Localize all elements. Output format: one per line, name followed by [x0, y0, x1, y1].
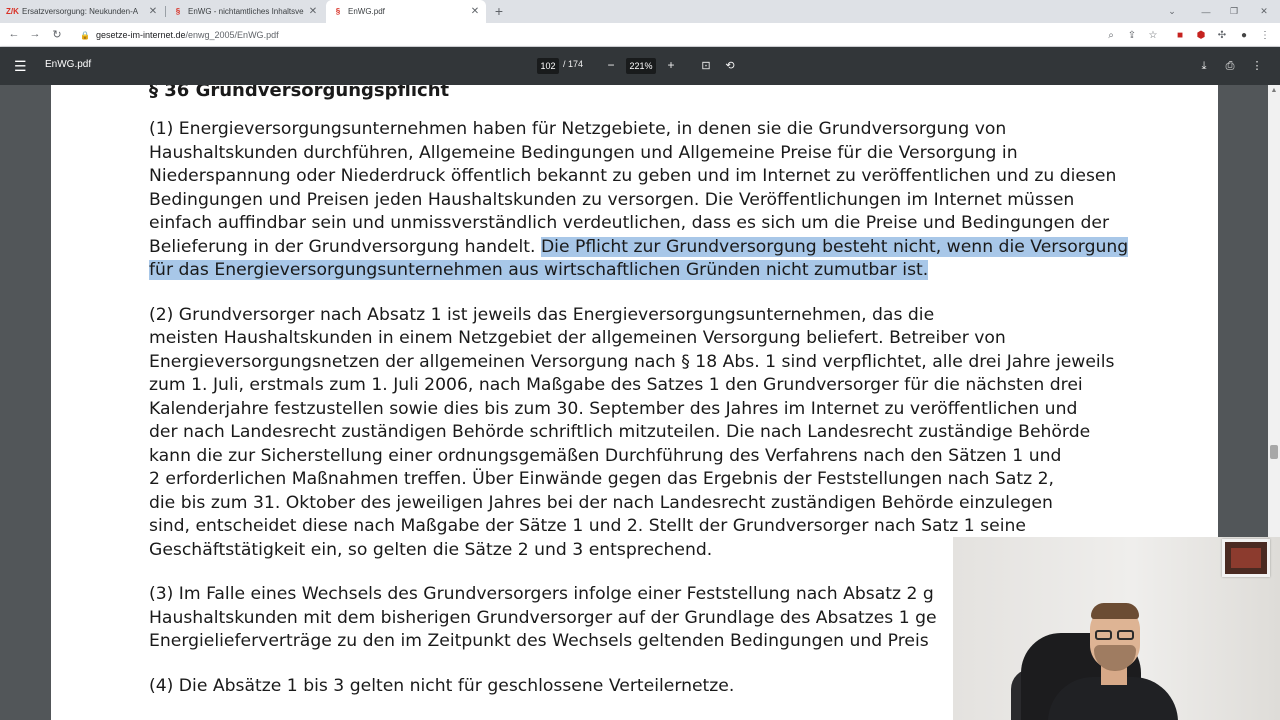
browser-menu-icon[interactable]: ⋮ [1257, 27, 1273, 43]
page-number-input[interactable]: 102 [537, 58, 559, 74]
text-line: Belieferung in der Grundversorgung hande… [149, 236, 1189, 260]
tab-strip: Z/K Ersatzversorgung: Neukunden-A ✕ § En… [0, 0, 1280, 23]
paragraph-2: (2) Grundversorger nach Absatz 1 ist jew… [149, 304, 1189, 563]
restore-window-icon[interactable]: ❐ [1220, 0, 1248, 23]
paragraph-1: (1) Energieversorgungsunternehmen haben … [149, 118, 1189, 283]
minimize-window-icon[interactable]: — [1192, 0, 1220, 23]
adblock-extension-icon[interactable]: ⬢ [1193, 27, 1209, 43]
hamburger-menu-icon[interactable]: ☰ [14, 58, 30, 74]
text-line: Kalenderjahre festzustellen sowie dies b… [149, 398, 1078, 419]
tab-title: EnWG - nichtamtliches Inhaltsve [188, 7, 304, 16]
close-tab-icon[interactable]: ✕ [470, 6, 480, 17]
share-icon[interactable]: ⇪ [1124, 27, 1140, 43]
profile-avatar-icon[interactable]: ● [1236, 27, 1252, 43]
text-line: für das Energieversorgungsunternehmen au… [149, 259, 1189, 283]
text-line: 2 erforderlichen Maßnahmen treffen. Über… [149, 469, 1054, 489]
glasses-right-lens [1117, 630, 1134, 640]
text-segment: Belieferung in der Grundversorgung hande… [149, 236, 541, 257]
close-tab-icon[interactable]: ✕ [308, 6, 318, 17]
pdf-file-name: EnWG.pdf [45, 59, 92, 70]
text-line: kann die zur Sicherstellung einer ordnun… [149, 445, 1062, 466]
back-arrow-icon[interactable]: ← [5, 25, 23, 43]
scroll-up-arrow-icon[interactable]: ▲ [1268, 85, 1280, 97]
pdf-more-options-icon[interactable]: ⋮ [1248, 57, 1266, 75]
url-path: /enwg_2005/EnWG.pdf [185, 30, 279, 40]
tab-enwg-pdf[interactable]: § EnWG.pdf ✕ [326, 0, 486, 23]
tab-title: EnWG.pdf [348, 7, 385, 16]
paragraph-favicon-icon: § [175, 7, 181, 16]
text-line: Haushaltskunden durchführen, Allgemeine … [149, 142, 1018, 163]
wall-picture [1222, 539, 1270, 577]
rotate-icon[interactable]: ⟲ [721, 57, 739, 75]
close-tab-icon[interactable]: ✕ [148, 6, 158, 17]
print-icon[interactable]: ⎙ [1221, 57, 1239, 75]
download-icon[interactable]: ⤓ [1195, 57, 1213, 75]
paragraph-favicon-icon: § [335, 7, 341, 16]
text-line: einfach auffindbar sein und unmissverstä… [149, 213, 1110, 233]
page-total: / 174 [563, 59, 584, 69]
new-tab-button[interactable]: + [491, 1, 507, 21]
site-favicon-icon: Z/K [6, 7, 19, 16]
text-line: meisten Haushaltskunden in einem Netzgeb… [149, 328, 1006, 348]
extensions-puzzle-icon[interactable]: ✣ [1214, 27, 1230, 43]
text-line: Bedingungen und Preisen jeden Haushaltsk… [149, 189, 1075, 210]
reload-icon[interactable]: ↻ [48, 25, 66, 43]
fit-to-page-icon[interactable]: ⊡ [697, 57, 715, 75]
zoom-magnifier-icon[interactable]: ⌕ [1103, 27, 1119, 43]
text-line: die bis zum 31. Oktober des jeweiligen J… [149, 492, 1053, 513]
url-host: gesetze-im-internet.de [95, 30, 186, 40]
text-line: zum 1. Juli, erstmals zum 1. Juli 2006, … [149, 375, 1083, 395]
zoom-in-icon[interactable]: + [663, 57, 679, 73]
highlighted-selection[interactable]: Die Pflicht zur Grundversorgung besteht … [540, 236, 1129, 257]
glasses-left-lens [1095, 630, 1112, 640]
tab-title: Ersatzversorgung: Neukunden-A [22, 7, 139, 16]
section-heading: § 36 Grundversorgungspflicht [149, 85, 450, 101]
close-window-icon[interactable]: ✕ [1250, 0, 1278, 23]
tab-ersatzversorgung[interactable]: Z/K Ersatzversorgung: Neukunden-A ✕ [0, 0, 164, 23]
tab-search-icon[interactable]: ⌄ [1158, 0, 1186, 23]
address-bar[interactable]: 🔒 gesetze-im-internet.de /enwg_2005/EnWG… [70, 26, 1140, 44]
highlighted-selection[interactable]: für das Energieversorgungsunternehmen au… [149, 260, 929, 280]
zoom-level-input[interactable]: 221% [626, 58, 656, 74]
text-line: Energieversorgungsnetzen der allgemeinen… [149, 351, 1115, 372]
wall-picture-canvas [1231, 548, 1261, 568]
scrollbar-thumb[interactable] [1270, 445, 1278, 459]
text-line: (2) Grundversorger nach Absatz 1 ist jew… [149, 304, 935, 325]
zoom-out-icon[interactable]: − [603, 57, 619, 73]
presenter-hair [1091, 603, 1139, 619]
browser-toolbar: ← → ↻ 🔒 gesetze-im-internet.de /enwg_200… [0, 23, 1280, 47]
forward-arrow-icon[interactable]: → [26, 25, 44, 43]
pdf-toolbar: ☰ EnWG.pdf 102 / 174 − 221% + ⊡ ⟲ ⤓ ⎙ ⋮ [0, 47, 1280, 85]
lock-icon: 🔒 [80, 30, 90, 40]
text-line: Niederspannung oder Niederdruck öffentli… [149, 166, 1117, 186]
text-line: der nach Landesrecht zuständigen Behörde… [149, 422, 1091, 442]
webcam-overlay [953, 537, 1280, 720]
text-line: (1) Energieversorgungsunternehmen haben … [149, 119, 1007, 139]
bookmark-star-icon[interactable]: ☆ [1145, 27, 1161, 43]
text-line: sind, entscheidet diese nach Maßgabe der… [149, 516, 1026, 536]
pdf-extension-icon[interactable]: ■ [1172, 27, 1188, 43]
tab-enwg-inhaltsverzeichnis[interactable]: § EnWG - nichtamtliches Inhaltsve ✕ [166, 0, 324, 23]
